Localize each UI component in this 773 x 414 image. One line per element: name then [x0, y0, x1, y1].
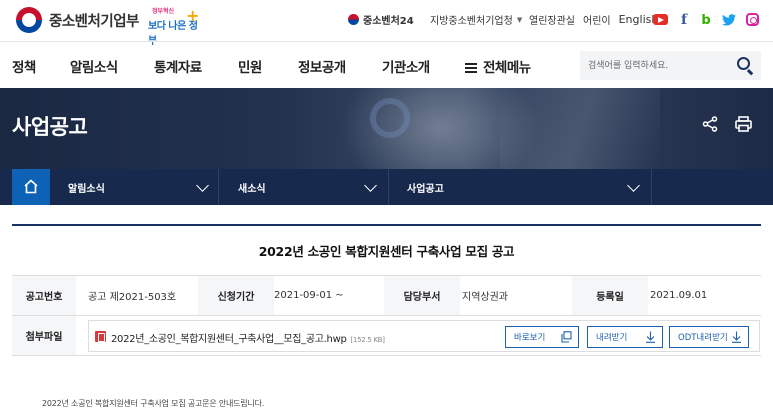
hwp-file-icon [95, 331, 106, 342]
location-bar: 알림소식 새소식 사업공고 [0, 169, 773, 205]
kids-link[interactable]: 어린이 [583, 12, 611, 27]
taegeuk-emblem-icon [16, 7, 42, 33]
location-depth2-label: 새소식 [238, 184, 266, 195]
application-period-value: 2021-09-01 ~ [274, 290, 344, 301]
twitter-icon[interactable] [722, 12, 736, 28]
banner-decoration [370, 98, 410, 138]
post-description: 2022년 소공인 복합지원센터 구축사업 모집 공고문은 안내드립니다. [42, 399, 265, 408]
preview-button[interactable]: 바로보기 [505, 326, 579, 348]
minister-office-link[interactable]: 열린장관실 [529, 12, 575, 27]
post-info-table: 공고번호 공고 제2021-503호 신청기간 2021-09-01 ~ 담당부… [12, 275, 761, 356]
hamburger-menu-icon [465, 63, 477, 73]
search-box [580, 51, 761, 80]
download-icon [646, 331, 655, 343]
department-value: 지역상권과 [462, 292, 508, 303]
site24-link[interactable]: 중소벤처24 [348, 12, 414, 27]
region-office-label: 지방중소벤처기업청 [430, 16, 513, 27]
preview-icon [561, 331, 572, 343]
home-button[interactable] [12, 169, 50, 205]
registered-date-header: 등록일 [572, 276, 648, 315]
banner-decoration [500, 88, 660, 169]
caret-down-icon: ▼ [516, 15, 523, 24]
site24-label: 중소벤처24 [363, 16, 414, 27]
home-icon [24, 179, 38, 194]
location-depth1-dropdown[interactable]: 알림소식 [50, 169, 219, 205]
gnb-item-civil-service[interactable]: 민원 [238, 56, 262, 76]
preview-button-label: 바로보기 [514, 333, 546, 343]
site24-icon [348, 14, 359, 25]
file-size: [152.5 KB] [350, 336, 385, 344]
all-menu-button[interactable]: 전체메뉴 [465, 56, 531, 76]
post-title: 2022년 소공인 복합지원센터 구축사업 모집 공고 [258, 244, 515, 259]
odt-download-button[interactable]: ODT내려받기 [669, 326, 749, 348]
top-header: 중소벤처기업부 정부혁신 보다 나은 정부 + 중소벤처24 지방중소벤처기업청… [0, 0, 773, 47]
location-depth3-dropdown[interactable]: 사업공고 [389, 169, 652, 205]
page-banner: 사업공고 [0, 88, 773, 169]
all-menu-label: 전체메뉴 [483, 60, 531, 76]
attachment-file-link[interactable]: 2022년_소공인_복합지원센터_구축사업__모집_공고.hwp [152.5 K… [111, 330, 385, 345]
youtube-icon[interactable] [653, 14, 668, 25]
chevron-down-icon [364, 179, 377, 192]
gnb-item-about[interactable]: 기관소개 [382, 56, 430, 76]
title-divider [12, 224, 761, 226]
application-period-header: 신청기간 [198, 276, 274, 315]
slogan-plus-mark: + [186, 6, 200, 25]
print-icon[interactable] [735, 116, 752, 132]
gnb-item-news[interactable]: 알림소식 [70, 56, 118, 76]
facebook-icon[interactable]: f [679, 12, 689, 28]
attachment-file-item: 2022년_소공인_복합지원센터_구축사업__모집_공고.hwp [152.5 K… [88, 320, 760, 352]
location-depth3-label: 사업공고 [407, 184, 444, 195]
page-title: 사업공고 [12, 115, 88, 139]
government-slogan-logo: 정부혁신 보다 나은 정부 + [148, 6, 200, 47]
download-button-label: 내려받기 [596, 333, 628, 343]
department-header: 담당부서 [384, 276, 460, 315]
gnb-item-statistics[interactable]: 통계자료 [154, 56, 202, 76]
chevron-down-icon [196, 179, 209, 192]
share-icon[interactable] [702, 116, 718, 132]
search-icon[interactable] [737, 57, 750, 70]
location-depth2-dropdown[interactable]: 새소식 [220, 169, 389, 205]
info-row: 공고번호 공고 제2021-503호 신청기간 2021-09-01 ~ 담당부… [12, 276, 761, 316]
gnb-item-information[interactable]: 정보공개 [298, 56, 346, 76]
file-name: 2022년_소공인_복합지원센터_구축사업__모집_공고.hwp [111, 334, 347, 345]
download-button[interactable]: 내려받기 [587, 326, 663, 348]
search-input[interactable] [588, 57, 728, 74]
ministry-logo[interactable]: 중소벤처기업부 [16, 7, 139, 33]
gnb-item-policy[interactable]: 정책 [12, 56, 36, 76]
region-office-dropdown[interactable]: 지방중소벤처기업청 ▼ [430, 12, 523, 28]
logo-text: 중소벤처기업부 [49, 13, 139, 30]
registered-date-value: 2021.09.01 [650, 290, 708, 301]
attachment-header: 첨부파일 [12, 316, 76, 355]
download-icon [732, 331, 741, 343]
instagram-icon[interactable] [746, 13, 759, 26]
announcement-no-header: 공고번호 [12, 276, 76, 315]
attachment-row: 첨부파일 2022년_소공인_복합지원센터_구축사업__모집_공고.hwp [15… [12, 316, 761, 356]
location-depth1-label: 알림소식 [68, 184, 105, 195]
announcement-no-value: 공고 제2021-503호 [88, 292, 177, 303]
odt-download-button-label: ODT내려받기 [678, 333, 728, 343]
main-navigation: 정책 알림소식 통계자료 민원 정보공개 기관소개 전체메뉴 [0, 41, 773, 88]
blog-icon[interactable]: b [701, 12, 711, 28]
chevron-down-icon [627, 179, 640, 192]
slogan-small-text: 정부혁신 [152, 8, 175, 15]
utility-links: 열린장관실 어린이 English [529, 12, 658, 27]
